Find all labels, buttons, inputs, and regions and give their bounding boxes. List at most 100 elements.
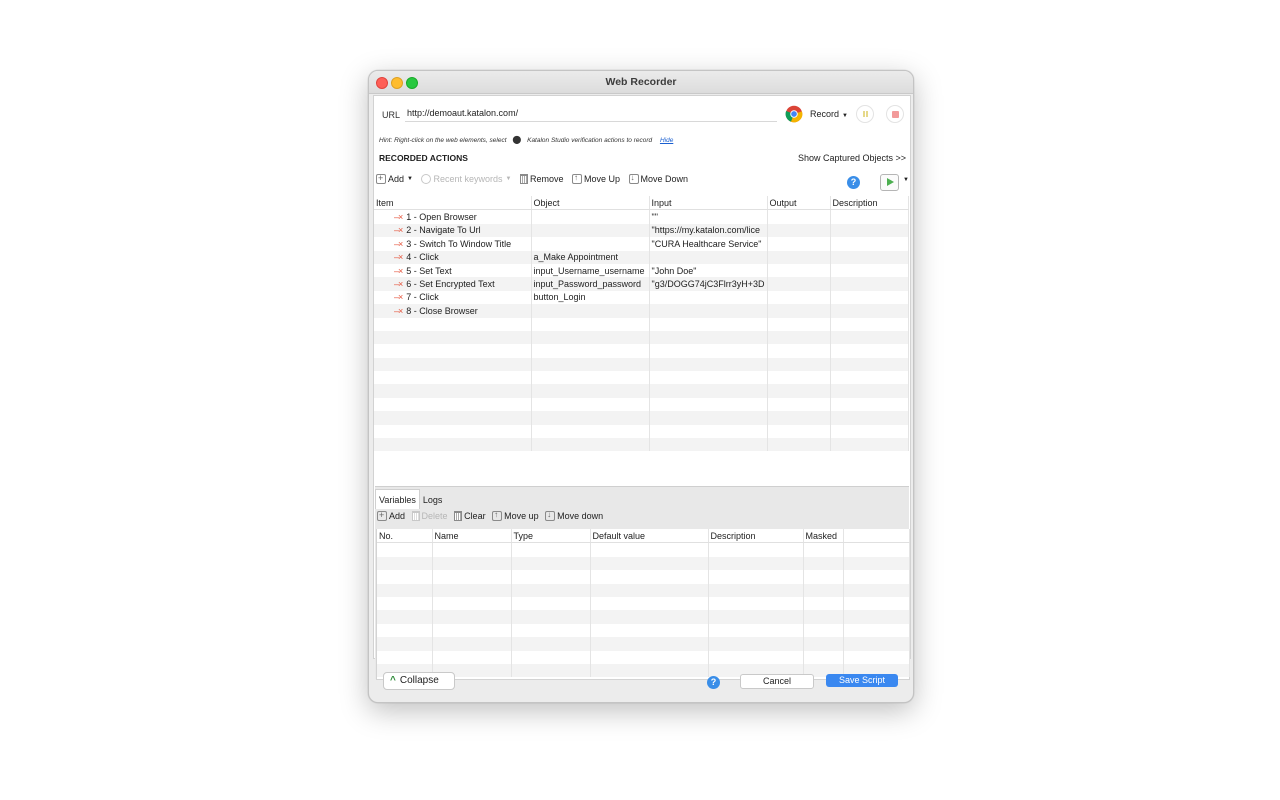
table-row[interactable] <box>377 623 910 638</box>
table-row[interactable]: –× 3 - Switch To Window Title "CURA Health… <box>374 237 909 251</box>
table-cell <box>511 623 591 638</box>
column-header[interactable]: Description <box>708 529 804 544</box>
record-button[interactable]: Record ▼ <box>810 109 848 119</box>
collapse-button[interactable]: ^ Collapse <box>383 672 455 690</box>
hide-hint-link[interactable]: Hide <box>660 137 673 144</box>
delete-variable-label: Delete <box>421 511 448 521</box>
tab-variables[interactable]: Variables <box>375 489 420 509</box>
run-button[interactable] <box>880 174 899 191</box>
chevron-down-icon[interactable]: ▼ <box>903 177 909 183</box>
table-row[interactable] <box>374 317 909 331</box>
column-header[interactable]: Default value <box>590 529 709 544</box>
table-row[interactable]: –× 4 - Click a_Make Appointment <box>374 250 909 264</box>
table-row[interactable] <box>374 330 909 345</box>
table-cell: –× 6 - Set Encrypted Text <box>374 277 532 291</box>
table-cell: –× 3 - Switch To Window Title <box>374 237 532 251</box>
table-row[interactable]: –× 8 - Close Browser <box>374 304 909 318</box>
table-row[interactable] <box>377 596 910 611</box>
variable-move-up-button[interactable]: Move up <box>492 510 539 521</box>
table-cell <box>649 250 768 264</box>
pause-button[interactable] <box>856 105 874 123</box>
move-up-button[interactable]: Move Up <box>572 173 620 184</box>
table-row[interactable] <box>374 357 909 372</box>
table-cell <box>590 610 709 624</box>
table-row[interactable] <box>377 542 910 557</box>
table-row[interactable] <box>377 610 910 624</box>
table-cell <box>531 317 650 331</box>
delete-variable-button[interactable]: Delete <box>411 511 448 521</box>
step-label: 4 - Click <box>406 252 439 263</box>
add-variable-button[interactable]: Add <box>377 510 405 521</box>
table-cell <box>830 263 909 278</box>
clear-variables-button[interactable]: Clear <box>454 511 486 521</box>
move-down-button[interactable]: Move Down <box>628 173 688 184</box>
table-cell <box>377 583 433 597</box>
table-cell <box>767 357 831 372</box>
recent-keywords-button[interactable]: Recent keywords ▼ <box>421 174 511 184</box>
column-header[interactable]: Object <box>531 196 650 211</box>
column-header-filler <box>843 529 910 544</box>
recent-keywords-label: Recent keywords <box>433 174 503 184</box>
table-row[interactable] <box>374 438 909 452</box>
column-header[interactable]: Type <box>511 529 591 544</box>
table-row[interactable] <box>377 556 910 571</box>
table-cell: –× 4 - Click <box>374 250 532 264</box>
table-cell <box>590 570 709 584</box>
column-header[interactable]: Name <box>432 529 512 544</box>
recorded-actions-table: Item Object Input Output Description –× 1 - O… <box>374 196 909 452</box>
column-header[interactable]: Input <box>649 196 768 211</box>
table-row[interactable] <box>377 583 910 597</box>
table-row[interactable]: –× 2 - Navigate To Url "https://my.katalon… <box>374 223 909 238</box>
table-row[interactable]: –× 5 - Set Text input_Username_username "Jo… <box>374 263 909 278</box>
variable-move-down-button[interactable]: Move down <box>545 510 603 521</box>
table-row[interactable] <box>374 424 909 439</box>
column-header[interactable]: Masked <box>803 529 844 544</box>
stop-button[interactable] <box>886 105 904 123</box>
table-row[interactable] <box>377 570 910 584</box>
table-cell <box>377 570 433 584</box>
table-cell <box>830 250 909 264</box>
table-cell <box>830 209 909 224</box>
table-cell <box>803 583 844 597</box>
tab-logs[interactable]: Logs <box>420 490 446 509</box>
column-header[interactable]: Item <box>374 196 532 211</box>
table-cell: input_Username_username <box>531 263 650 278</box>
url-input[interactable] <box>405 104 777 122</box>
table-cell <box>708 570 804 584</box>
table-cell <box>511 583 591 597</box>
add-action-button[interactable]: Add▼ <box>376 173 413 184</box>
table-cell <box>803 542 844 557</box>
table-cell <box>767 384 831 398</box>
table-row[interactable]: –× 6 - Set Encrypted Text input_Password_p… <box>374 277 909 291</box>
save-script-button[interactable]: Save Script <box>826 674 898 687</box>
table-cell <box>374 438 532 452</box>
table-row[interactable] <box>377 650 910 664</box>
table-cell <box>649 290 768 305</box>
title-bar: Web Recorder <box>369 71 913 94</box>
table-cell <box>830 277 909 291</box>
table-row[interactable]: –× 1 - Open Browser "" <box>374 209 909 224</box>
hint-text-after: Katalon Studio verification actions to r… <box>527 137 653 144</box>
column-header[interactable]: Output <box>767 196 831 211</box>
table-row[interactable] <box>374 411 909 425</box>
remove-action-button[interactable]: Remove <box>519 174 564 184</box>
show-captured-objects-link[interactable]: Show Captured Objects >> <box>798 153 906 163</box>
table-row[interactable] <box>377 637 910 651</box>
table-cell <box>830 357 909 372</box>
step-label: 7 - Click <box>406 292 439 303</box>
table-row[interactable] <box>374 397 909 412</box>
table-row[interactable] <box>374 384 909 398</box>
table-cell <box>649 411 768 425</box>
cancel-button[interactable]: Cancel <box>740 674 814 689</box>
table-cell <box>767 304 831 318</box>
table-cell <box>649 384 768 398</box>
table-cell <box>767 317 831 331</box>
help-icon[interactable]: ? <box>847 176 860 189</box>
help-icon[interactable]: ? <box>707 676 720 689</box>
table-row[interactable] <box>374 371 909 385</box>
table-row[interactable]: –× 7 - Click button_Login <box>374 290 909 305</box>
column-header[interactable]: No. <box>377 529 433 544</box>
table-cell <box>708 610 804 624</box>
column-header[interactable]: Description <box>830 196 909 211</box>
table-row[interactable] <box>374 344 909 358</box>
